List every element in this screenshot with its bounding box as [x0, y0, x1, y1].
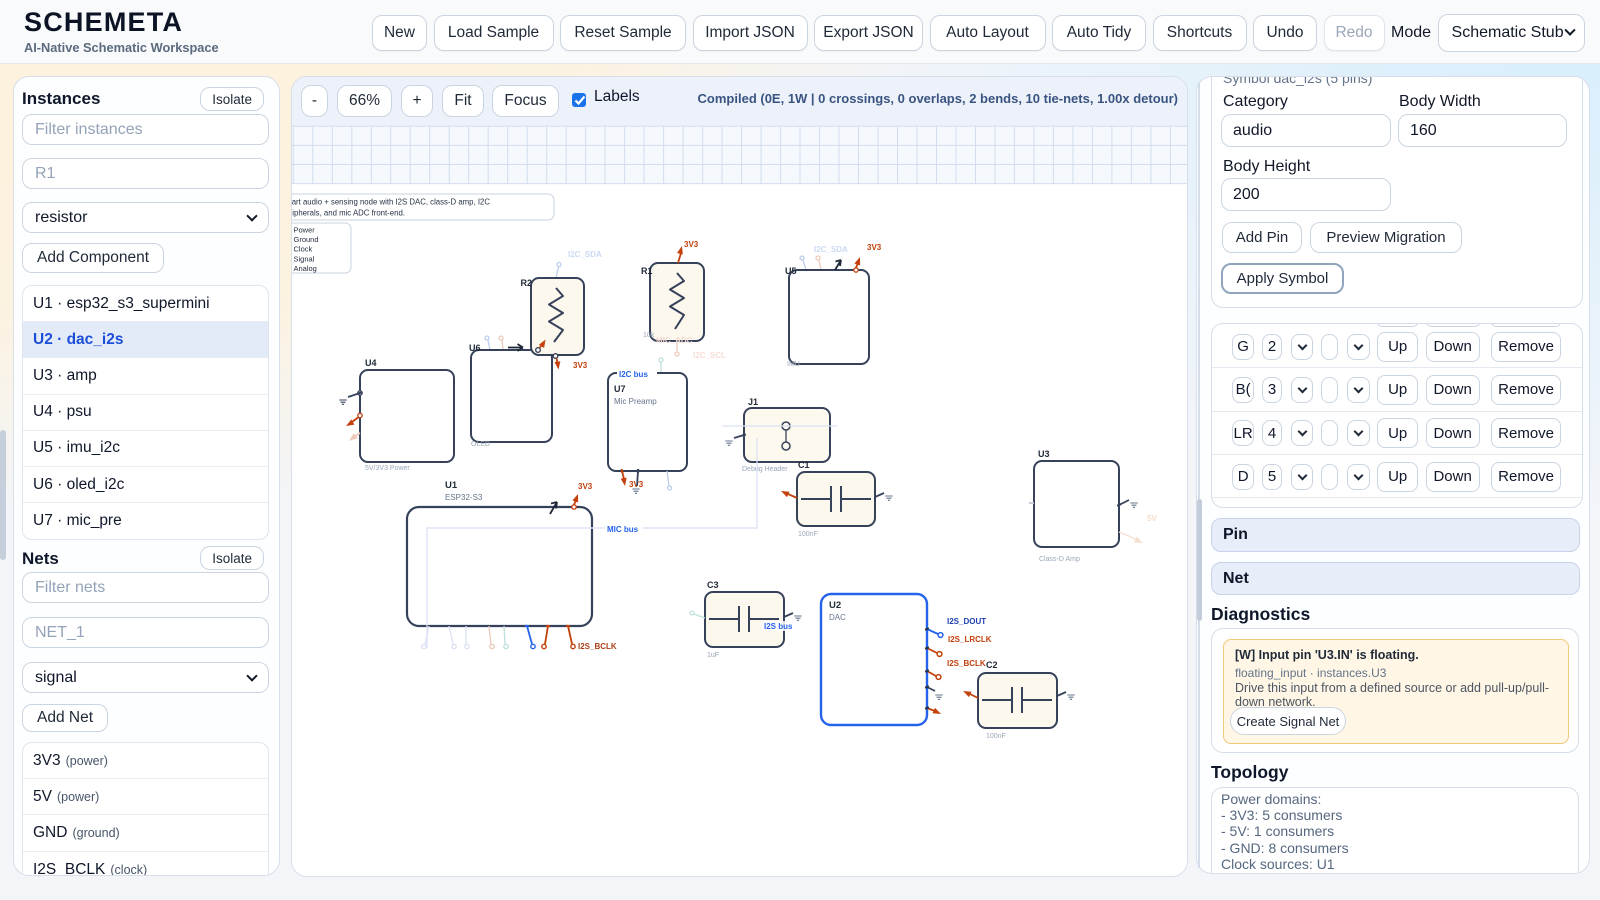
svg-text:I2C_SDA: I2C_SDA	[814, 245, 848, 254]
svg-text:Power: Power	[294, 226, 316, 235]
svg-text:Analog: Analog	[294, 264, 317, 273]
svg-text:R1: R1	[641, 266, 653, 276]
svg-text:Class-D Amp: Class-D Amp	[1039, 556, 1080, 563]
svg-text:U3: U3	[1038, 449, 1050, 459]
svg-text:1uF: 1uF	[707, 652, 719, 659]
svg-text:I2S bus: I2S bus	[764, 622, 793, 631]
svg-text:3V3: 3V3	[684, 240, 699, 249]
svg-text:10k: 10k	[643, 332, 655, 339]
svg-text:3V3: 3V3	[573, 361, 588, 370]
svg-text:C3: C3	[707, 580, 719, 590]
svg-text:3V3: 3V3	[578, 482, 593, 491]
svg-text:ESP32-S3: ESP32-S3	[445, 493, 483, 502]
svg-text:R2: R2	[521, 278, 533, 288]
svg-text:Mic Preamp: Mic Preamp	[614, 397, 657, 406]
svg-text:J1: J1	[748, 397, 758, 407]
svg-text:100nF: 100nF	[986, 733, 1006, 740]
svg-text:Signal: Signal	[294, 254, 315, 263]
svg-text:Ground: Ground	[294, 235, 319, 244]
svg-text:IMU: IMU	[787, 361, 800, 368]
svg-text:100nF: 100nF	[798, 531, 818, 538]
svg-text:I2S_BCLK: I2S_BCLK	[578, 642, 617, 651]
svg-text:MIC_ADC: MIC_ADC	[656, 336, 693, 345]
svg-text:peripherals, and mic ADC front: peripherals, and mic ADC front-end.	[292, 209, 405, 218]
svg-text:Clock: Clock	[294, 245, 313, 254]
svg-text:U6: U6	[469, 343, 481, 353]
svg-text:3V3: 3V3	[867, 243, 882, 252]
svg-text:C1: C1	[798, 460, 810, 470]
svg-text:U7: U7	[614, 384, 626, 394]
svg-text:I2C_SDA: I2C_SDA	[568, 250, 602, 259]
svg-text:OLED: OLED	[471, 441, 490, 448]
svg-text:I2S_DOUT: I2S_DOUT	[947, 617, 986, 626]
svg-text:I2S_BCLK: I2S_BCLK	[947, 659, 986, 668]
svg-text:U1: U1	[445, 480, 458, 491]
svg-text:I2C_SCL: I2C_SCL	[693, 351, 726, 360]
svg-text:Debug Header: Debug Header	[742, 466, 788, 473]
svg-text:DAC: DAC	[829, 613, 846, 622]
svg-text:I2S_LRCLK: I2S_LRCLK	[948, 635, 992, 644]
svg-text:U2: U2	[829, 600, 841, 611]
svg-text:MIC bus: MIC bus	[607, 525, 639, 534]
svg-text:Smart audio + sensing node wit: Smart audio + sensing node with I2S DAC,…	[292, 198, 490, 207]
svg-text:5V: 5V	[1147, 514, 1157, 523]
svg-text:5V/3V3 Power: 5V/3V3 Power	[365, 465, 410, 472]
svg-text:U5: U5	[785, 266, 797, 276]
svg-text:U4: U4	[365, 358, 377, 368]
svg-text:C2: C2	[986, 660, 998, 670]
svg-text:I2C bus: I2C bus	[619, 370, 648, 379]
